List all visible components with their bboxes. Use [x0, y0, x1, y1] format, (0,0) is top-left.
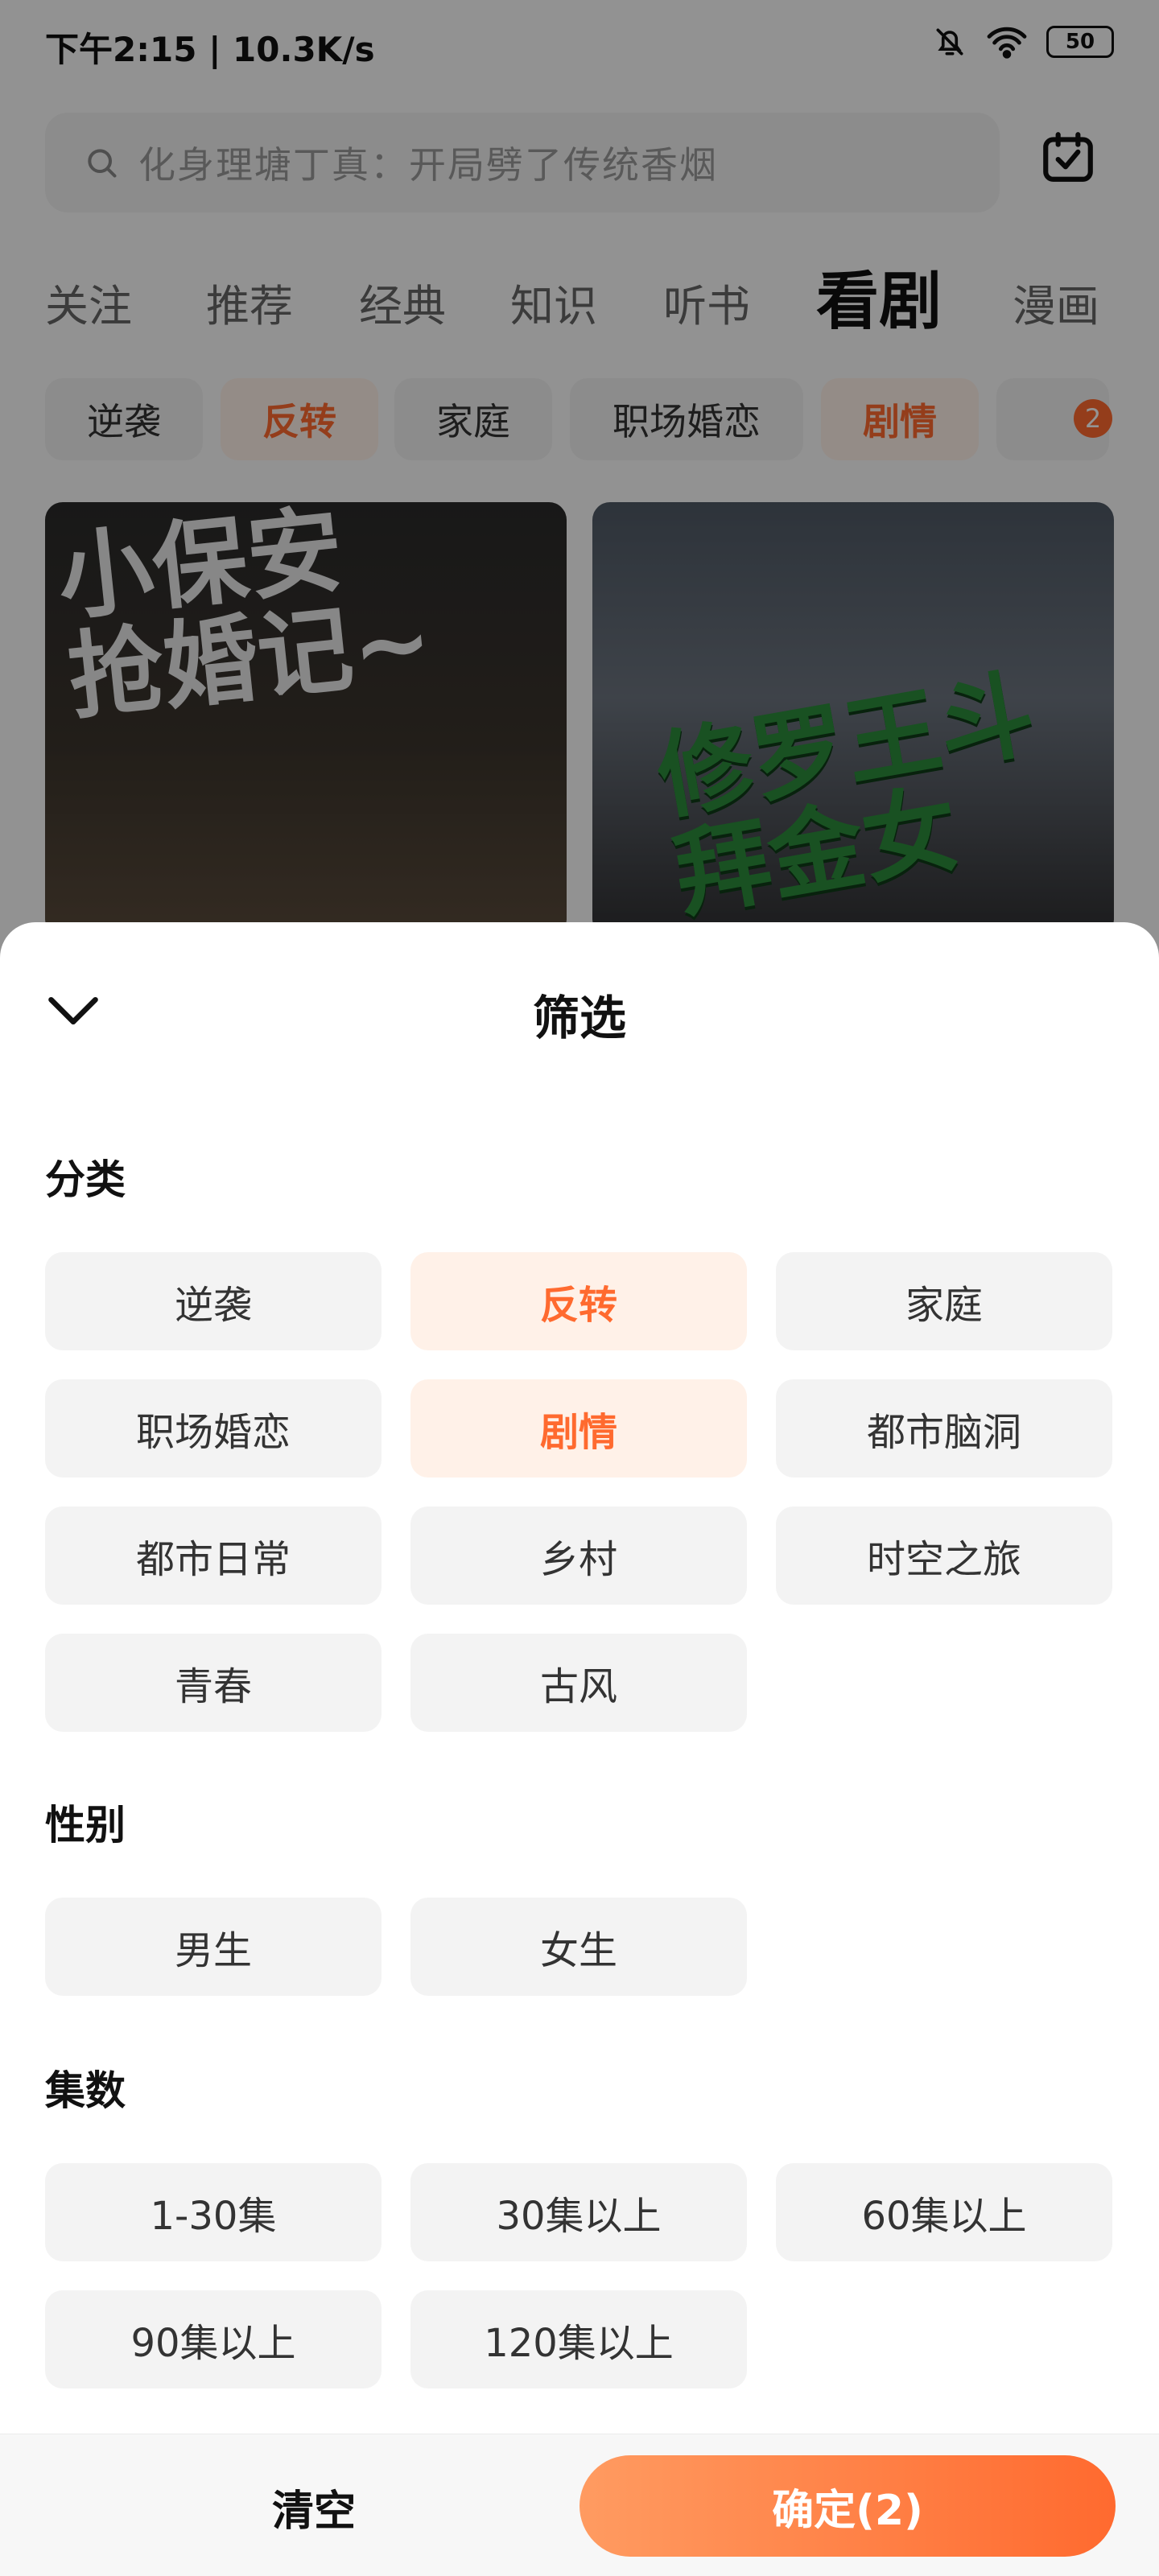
- chip-juqing[interactable]: 剧情: [821, 378, 979, 460]
- section-title-gender: 性别: [45, 1802, 126, 1849]
- category-tabs: 关注 推荐 经典 知识 听书 看剧 漫画: [45, 258, 1116, 354]
- option-female[interactable]: 女生: [410, 1898, 747, 1996]
- option-xiangcun[interactable]: 乡村: [410, 1506, 747, 1605]
- option-qingchun[interactable]: 青春: [45, 1634, 382, 1732]
- search-bar[interactable]: 化身理塘丁真：开局劈了传统香烟: [45, 113, 1000, 212]
- wifi-icon: [985, 24, 1029, 60]
- confirm-button[interactable]: 确定(2): [580, 2455, 1116, 2557]
- option-juqing[interactable]: 剧情: [410, 1379, 747, 1478]
- chip-zhichang-hunlian[interactable]: 职场婚恋: [570, 378, 803, 460]
- bell-off-icon: [932, 24, 967, 60]
- tab-guanzhu[interactable]: 关注: [45, 270, 132, 334]
- option-30-plus[interactable]: 30集以上: [410, 2163, 747, 2261]
- drama-thumbnail[interactable]: 小保安 抢婚记~: [45, 502, 567, 937]
- tab-tingshu[interactable]: 听书: [663, 270, 750, 334]
- option-jiating[interactable]: 家庭: [776, 1252, 1112, 1350]
- sheet-title: 筛选: [532, 991, 626, 1045]
- battery-level: 50: [1065, 30, 1095, 54]
- calendar-check-icon[interactable]: [1038, 127, 1098, 187]
- option-120-plus[interactable]: 120集以上: [410, 2290, 747, 2388]
- option-shikong-zhilv[interactable]: 时空之旅: [776, 1506, 1112, 1605]
- option-90-plus[interactable]: 90集以上: [45, 2290, 382, 2388]
- search-icon: [84, 145, 119, 180]
- chip-jiating[interactable]: 家庭: [394, 378, 552, 460]
- tab-tuijian[interactable]: 推荐: [206, 270, 293, 334]
- option-gufeng[interactable]: 古风: [410, 1634, 747, 1732]
- section-title-episodes: 集数: [45, 2067, 126, 2114]
- tab-manhua[interactable]: 漫画: [1013, 270, 1099, 334]
- gender-options: 男生 女生: [45, 1898, 1116, 1996]
- option-male[interactable]: 男生: [45, 1898, 382, 1996]
- option-nixi[interactable]: 逆袭: [45, 1252, 382, 1350]
- option-1-30[interactable]: 1-30集: [45, 2163, 382, 2261]
- category-options: 逆袭 反转 家庭 职场婚恋 剧情 都市脑洞 都市日常 乡村 时空之旅 青春 古风: [45, 1252, 1116, 1735]
- episodes-options: 1-30集 30集以上 60集以上 90集以上 120集以上: [45, 2163, 1116, 2388]
- bottom-action-bar: 清空 确定(2): [0, 2434, 1159, 2576]
- tab-jingdian[interactable]: 经典: [359, 270, 446, 334]
- clear-button[interactable]: 清空: [121, 2467, 507, 2547]
- battery-icon: 50: [1046, 26, 1114, 58]
- drama-thumbnail[interactable]: 修罗王斗 拜金女: [592, 502, 1114, 937]
- option-zhichang-hunlian[interactable]: 职场婚恋: [45, 1379, 382, 1478]
- status-icons: 50: [932, 24, 1114, 60]
- status-time-speed: 下午2:15 | 10.3K/s: [45, 30, 375, 69]
- section-title-category: 分类: [45, 1156, 126, 1203]
- tab-kanju[interactable]: 看剧: [816, 251, 942, 341]
- poster-title: 小保安 抢婚记~: [52, 502, 438, 733]
- filter-count-badge: 2: [1074, 399, 1112, 438]
- option-fanzhuan[interactable]: 反转: [410, 1252, 747, 1350]
- poster-title: 修罗王斗 拜金女: [649, 657, 1043, 931]
- option-dushi-richang[interactable]: 都市日常: [45, 1506, 382, 1605]
- filter-sheet: 筛选 分类 逆袭 反转 家庭 职场婚恋 剧情 都市脑洞 都市日常 乡村 时空之旅…: [0, 922, 1159, 2575]
- sheet-header: 筛选: [0, 922, 1159, 1083]
- chip-fanzhuan[interactable]: 反转: [221, 378, 378, 460]
- option-60-plus[interactable]: 60集以上: [776, 2163, 1112, 2261]
- tab-zhishi[interactable]: 知识: [510, 270, 597, 334]
- chip-nixi[interactable]: 逆袭: [45, 378, 203, 460]
- search-placeholder: 化身理塘丁真：开局劈了传统香烟: [138, 143, 718, 187]
- option-dushi-naodong[interactable]: 都市脑洞: [776, 1379, 1112, 1478]
- category-chip-row: 逆袭 反转 家庭 职场婚恋 剧情: [45, 378, 1116, 460]
